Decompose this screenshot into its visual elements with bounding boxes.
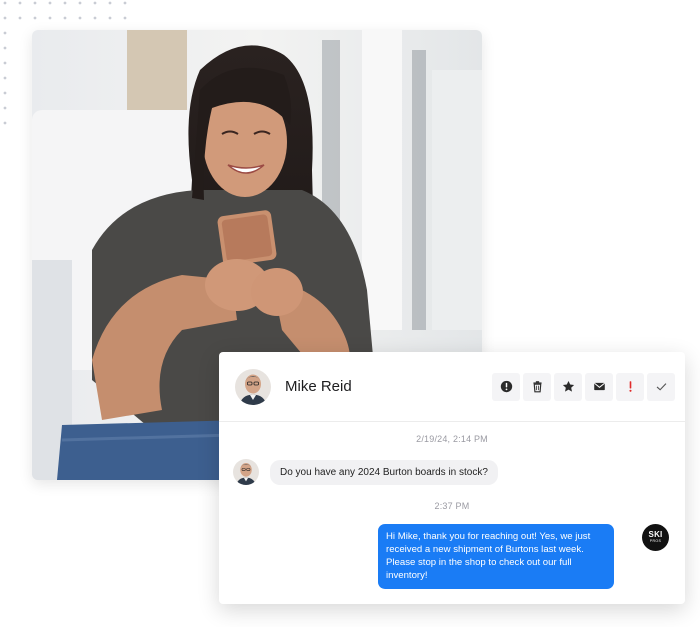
grid-dot <box>3 61 7 65</box>
trash-icon <box>532 381 542 393</box>
mark-done-button[interactable] <box>647 372 675 401</box>
business-avatar: SKI PROS <box>642 524 669 551</box>
grid-dot <box>78 16 82 20</box>
grid-dot <box>3 106 7 110</box>
delete-button[interactable] <box>523 372 551 401</box>
grid-dot <box>3 46 7 50</box>
sender-avatar <box>233 459 259 485</box>
incoming-message-row: Do you have any 2024 Burton boards in st… <box>233 459 498 485</box>
grid-dot <box>48 1 52 5</box>
conversation-panel: Mike Reid 2/19/24, 2:14 PM Do you have a… <box>219 352 685 604</box>
grid-dot <box>93 16 97 20</box>
check-icon <box>656 383 666 391</box>
contact-name: Mike Reid <box>285 378 352 395</box>
grid-dot <box>33 16 37 20</box>
grid-dot <box>108 16 112 20</box>
grid-dot <box>18 16 22 20</box>
conversation-toolbar <box>492 372 675 401</box>
grid-dot <box>48 16 52 20</box>
alert-circle-icon <box>500 380 512 393</box>
message-timestamp: 2:37 PM <box>434 501 470 511</box>
star-icon <box>562 380 574 392</box>
incoming-message-bubble[interactable]: Do you have any 2024 Burton boards in st… <box>270 459 498 485</box>
grid-dot <box>78 1 82 5</box>
outgoing-message-bubble[interactable]: Hi Mike, thank you for reaching out! Yes… <box>378 524 614 589</box>
grid-dot <box>3 121 7 125</box>
grid-dot <box>3 1 7 5</box>
star-button[interactable] <box>554 372 582 401</box>
exclamation-icon <box>628 381 632 392</box>
man-portrait-icon <box>235 368 271 405</box>
grid-dot <box>123 1 127 5</box>
brand-badge-line2: PROS <box>649 539 662 544</box>
grid-dot <box>3 16 7 20</box>
brand-badge-line1: SKI <box>648 530 663 540</box>
conversation-header: Mike Reid <box>219 352 685 422</box>
grid-dot <box>3 91 7 95</box>
grid-dot <box>108 1 112 5</box>
contact-avatar[interactable] <box>235 368 271 405</box>
grid-dot <box>63 16 67 20</box>
page: Mike Reid 2/19/24, 2:14 PM Do you have a… <box>0 0 700 627</box>
flag-alert-button[interactable] <box>492 372 520 401</box>
message-timestamp: 2/19/24, 2:14 PM <box>416 434 488 444</box>
grid-dot <box>63 1 67 5</box>
grid-dot <box>33 1 37 5</box>
email-button[interactable] <box>585 372 613 401</box>
grid-dot <box>3 76 7 80</box>
man-portrait-icon <box>233 459 259 485</box>
grid-dot <box>3 31 7 35</box>
grid-dot <box>123 16 127 20</box>
grid-dot <box>93 1 97 5</box>
mark-urgent-button[interactable] <box>616 372 644 401</box>
envelope-icon <box>593 382 605 391</box>
grid-dot <box>18 1 22 5</box>
